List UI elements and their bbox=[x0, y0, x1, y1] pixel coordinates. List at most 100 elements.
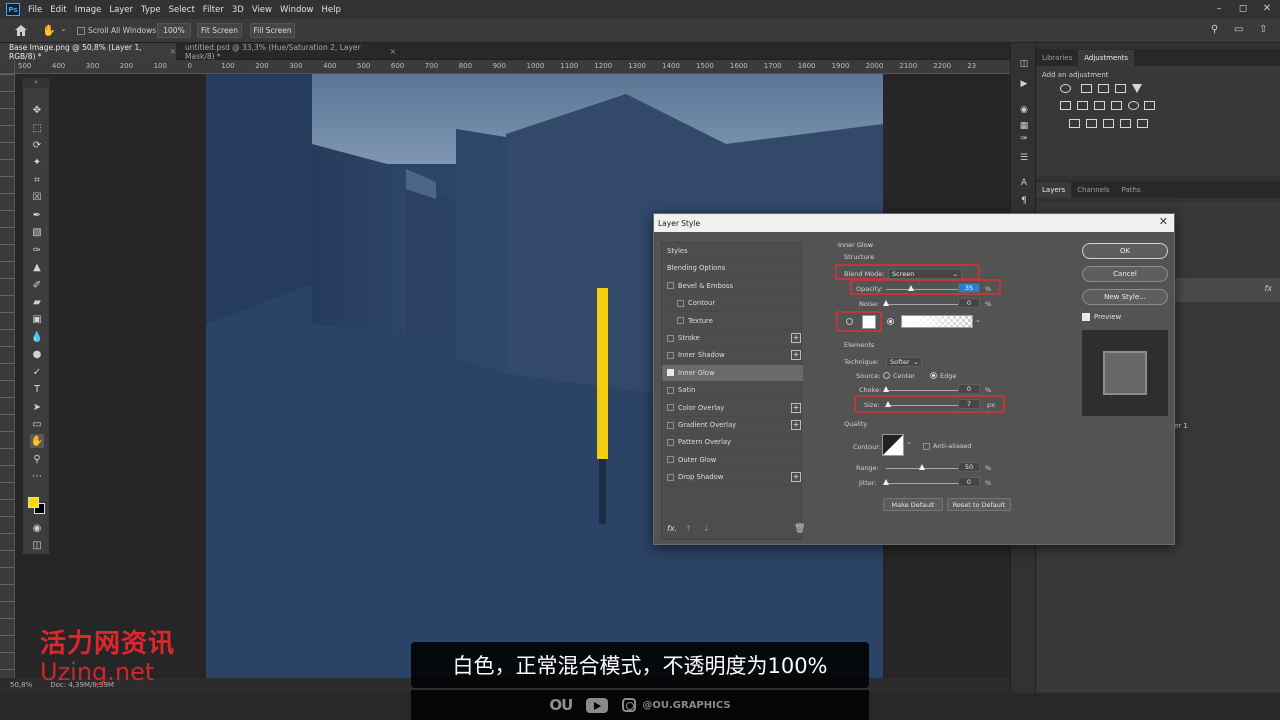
style-checkbox[interactable] bbox=[677, 299, 684, 307]
preview-option[interactable]: Preview bbox=[1082, 313, 1121, 321]
style-checkbox[interactable] bbox=[667, 404, 674, 412]
style-item-pattern-overlay[interactable]: Pattern Overlay bbox=[662, 434, 803, 452]
channel-mixer-icon[interactable] bbox=[1128, 101, 1139, 110]
paragraph-icon[interactable]: ¶ bbox=[1017, 195, 1031, 207]
swatches-icon[interactable]: ▦ bbox=[1017, 120, 1031, 132]
black-white-icon[interactable] bbox=[1094, 101, 1105, 110]
source-center-radio[interactable] bbox=[883, 372, 890, 379]
opacity-slider-thumb[interactable] bbox=[908, 285, 915, 291]
character-icon[interactable]: A bbox=[1017, 177, 1031, 189]
add-style-instance-icon[interactable]: + bbox=[791, 402, 801, 413]
move-down-icon[interactable]: ↓ bbox=[703, 524, 710, 533]
style-item-color-overlay[interactable]: Color Overlay + bbox=[662, 400, 803, 417]
move-up-icon[interactable]: ↑ bbox=[685, 524, 692, 533]
photo-filter-icon[interactable] bbox=[1111, 101, 1122, 110]
gradient-tool-icon[interactable]: ▣ bbox=[30, 312, 44, 326]
toolbar-grip-icon[interactable]: » bbox=[23, 78, 49, 88]
zoom-tool-icon[interactable]: ⚲ bbox=[30, 452, 44, 466]
tab-paths[interactable]: Paths bbox=[1116, 186, 1147, 198]
size-slider[interactable] bbox=[886, 405, 958, 406]
blur-tool-icon[interactable]: 💧 bbox=[30, 330, 44, 344]
opacity-input[interactable]: 35 bbox=[958, 283, 980, 293]
properties-icon[interactable]: ☰ bbox=[1017, 152, 1031, 164]
reset-to-default-button[interactable]: Reset to Default bbox=[947, 498, 1011, 511]
marquee-tool-icon[interactable]: ⬚ bbox=[30, 121, 44, 135]
choke-slider[interactable] bbox=[886, 390, 958, 391]
color-icon[interactable]: ◉ bbox=[1017, 104, 1031, 116]
threshold-icon[interactable] bbox=[1103, 119, 1114, 128]
close-icon[interactable]: ✕ bbox=[1159, 215, 1168, 228]
contour-picker-icon[interactable] bbox=[882, 434, 904, 456]
menu-window[interactable]: Window bbox=[280, 5, 314, 15]
menu-file[interactable]: File bbox=[28, 5, 42, 15]
path-selection-tool-icon[interactable]: ➤ bbox=[30, 400, 44, 414]
gradient-radio[interactable] bbox=[887, 318, 894, 325]
quick-mask-icon[interactable]: ◉ bbox=[30, 521, 44, 535]
style-item-blending-options[interactable]: Blending Options bbox=[662, 260, 803, 278]
brightness-contrast-icon[interactable] bbox=[1060, 84, 1071, 93]
glow-color-swatch[interactable] bbox=[862, 315, 876, 329]
vibrance-icon[interactable] bbox=[1132, 84, 1142, 93]
add-style-instance-icon[interactable]: + bbox=[791, 472, 801, 483]
color-lookup-icon[interactable] bbox=[1144, 101, 1155, 110]
noise-slider-thumb[interactable] bbox=[883, 300, 889, 306]
technique-dropdown[interactable]: Softer ⌄ bbox=[886, 357, 922, 367]
style-item-contour[interactable]: Contour bbox=[662, 295, 803, 313]
move-tool-icon[interactable]: ✥ bbox=[30, 103, 44, 117]
ok-button[interactable]: OK bbox=[1082, 243, 1168, 259]
curves-icon[interactable] bbox=[1098, 84, 1109, 93]
style-checkbox[interactable] bbox=[667, 351, 674, 359]
photoshop-logo-icon[interactable]: Ps bbox=[6, 3, 20, 16]
choke-input[interactable]: 0 bbox=[958, 384, 980, 394]
make-default-button[interactable]: Make Default bbox=[883, 498, 943, 511]
range-input[interactable]: 50 bbox=[958, 462, 980, 472]
selective-color-icon[interactable] bbox=[1120, 119, 1131, 128]
rectangle-tool-icon[interactable]: ▭ bbox=[30, 417, 44, 431]
opacity-slider[interactable] bbox=[886, 289, 958, 290]
add-style-instance-icon[interactable]: + bbox=[791, 333, 801, 343]
home-icon[interactable] bbox=[15, 25, 27, 36]
workspace-icon[interactable]: ▭ bbox=[1234, 24, 1243, 35]
menu-layer[interactable]: Layer bbox=[109, 5, 133, 15]
invert-icon[interactable] bbox=[1069, 119, 1080, 128]
zoom-100-button[interactable]: 100% bbox=[157, 23, 191, 38]
anti-aliased-checkbox[interactable] bbox=[923, 443, 930, 450]
foreground-color-swatch[interactable] bbox=[28, 497, 39, 508]
scroll-all-windows-option[interactable]: Scroll All Windows bbox=[77, 26, 156, 35]
tab-libraries[interactable]: Libraries bbox=[1036, 54, 1078, 66]
healing-brush-tool-icon[interactable]: ▧ bbox=[30, 225, 44, 239]
exposure-icon[interactable] bbox=[1115, 84, 1126, 93]
menu-3d[interactable]: 3D bbox=[232, 5, 244, 15]
style-item-inner-glow[interactable]: Inner Glow bbox=[662, 364, 803, 382]
menu-edit[interactable]: Edit bbox=[50, 5, 66, 15]
eraser-tool-icon[interactable]: ▰ bbox=[30, 295, 44, 309]
new-style-button[interactable]: New Style... bbox=[1082, 289, 1168, 305]
style-checkbox[interactable] bbox=[677, 317, 684, 325]
pen-tool-icon[interactable]: ✓ bbox=[30, 365, 44, 379]
fit-screen-button[interactable]: Fit Screen bbox=[197, 23, 242, 38]
layer-effects-icon[interactable]: fx bbox=[1264, 284, 1272, 293]
menu-filter[interactable]: Filter bbox=[203, 5, 224, 15]
style-checkbox[interactable] bbox=[667, 473, 674, 481]
style-checkbox[interactable] bbox=[667, 421, 674, 429]
screen-mode-icon[interactable]: ◫ bbox=[30, 538, 44, 552]
layer-name-label[interactable]: er 1 bbox=[1174, 422, 1188, 430]
hue-saturation-icon[interactable] bbox=[1060, 101, 1071, 110]
source-edge-radio[interactable] bbox=[930, 372, 937, 379]
history-brush-tool-icon[interactable]: ✐ bbox=[30, 278, 44, 292]
noise-slider[interactable] bbox=[886, 304, 958, 305]
brush-tool-icon[interactable]: ✑ bbox=[30, 243, 44, 257]
color-balance-icon[interactable] bbox=[1077, 101, 1088, 110]
history-icon[interactable]: ◫ bbox=[1017, 58, 1031, 70]
style-item-styles[interactable]: Styles bbox=[662, 243, 803, 260]
size-input[interactable]: 7 bbox=[958, 399, 980, 409]
style-checkbox[interactable] bbox=[667, 334, 674, 342]
brush-settings-icon[interactable]: ✑ bbox=[1017, 133, 1031, 145]
type-tool-icon[interactable]: T bbox=[30, 382, 44, 396]
minimize-icon[interactable]: – bbox=[1212, 3, 1226, 14]
style-checkbox[interactable] bbox=[667, 456, 674, 464]
chevron-down-icon[interactable]: ⌄ bbox=[906, 438, 912, 446]
hand-tool-icon[interactable]: ✋ bbox=[30, 434, 44, 448]
style-item-drop-shadow[interactable]: Drop Shadow + bbox=[662, 469, 803, 487]
chevron-down-icon[interactable]: ⌄ bbox=[975, 316, 981, 324]
